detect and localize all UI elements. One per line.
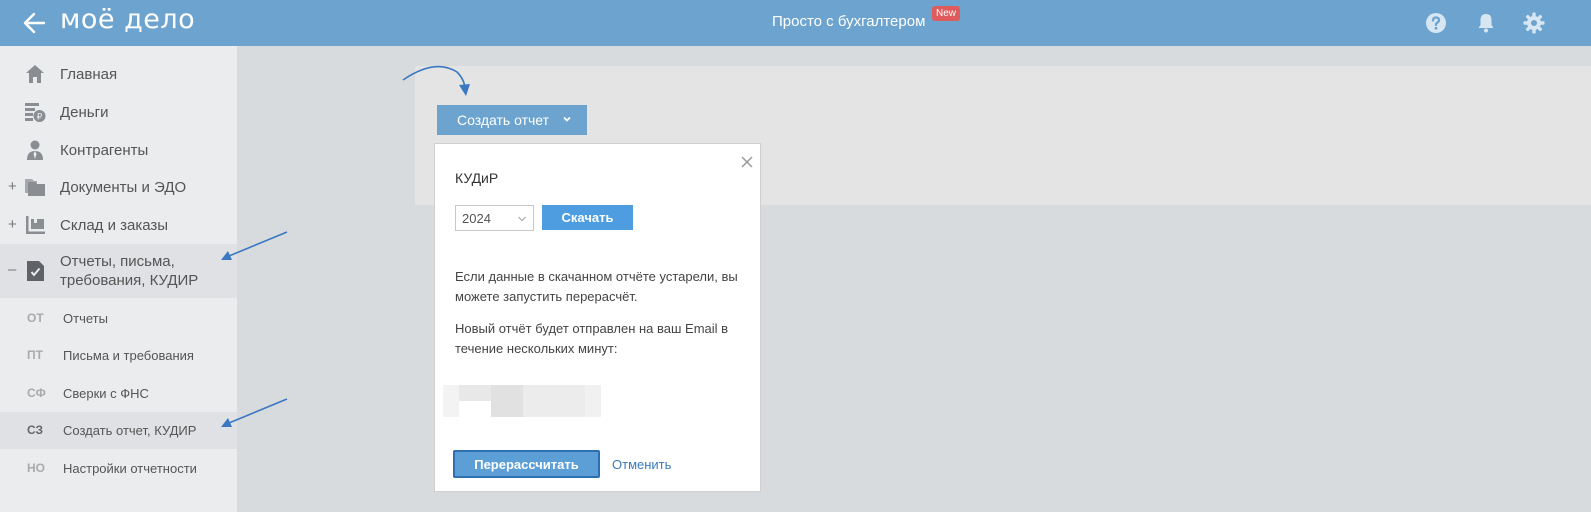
subitem-abbr: ОТ — [27, 311, 44, 325]
sidebar-item-label: Главная — [60, 66, 118, 83]
gear-icon[interactable] — [1522, 11, 1546, 35]
folder-icon — [25, 179, 45, 196]
email-redacted — [459, 385, 491, 401]
subitem-abbr: НО — [27, 461, 45, 475]
header-title: Просто с бухгалтером — [772, 13, 926, 30]
email-redacted — [443, 385, 459, 417]
expand-icon[interactable]: + — [8, 216, 17, 233]
year-value: 2024 — [462, 211, 491, 226]
annotation-arrow-icon — [221, 231, 288, 260]
svg-text:₽: ₽ — [37, 113, 43, 123]
sidebar-subitem-fns-reconciliation[interactable]: СФ Сверки с ФНС — [0, 375, 237, 412]
sidebar-item-home[interactable]: Главная — [0, 55, 237, 93]
year-select[interactable]: 2024 — [455, 205, 534, 231]
create-report-button[interactable]: Создать отчет — [437, 105, 587, 135]
sidebar-item-contractors[interactable]: Контрагенты — [0, 131, 237, 169]
chevron-down-icon — [563, 116, 571, 122]
report-icon — [27, 261, 44, 281]
subitem-abbr: СЗ — [27, 423, 44, 437]
subitem-label: Сверки с ФНС — [63, 386, 149, 401]
logo[interactable]: моё дело — [60, 4, 195, 35]
annotation-arrow-icon — [221, 398, 288, 427]
email-redacted — [491, 385, 523, 417]
top-bar: моё дело Просто с бухгалтером New — [0, 0, 1591, 46]
expand-icon[interactable]: + — [8, 178, 17, 195]
sidebar-item-reports[interactable]: – Отчеты, письма, требования, КУДИР — [0, 244, 237, 298]
recalc-info-text: Если данные в скачанном отчёте устарели,… — [455, 269, 738, 304]
email-info-text: Новый отчёт будет отправлен на ваш Email… — [455, 321, 729, 356]
money-icon: ₽ — [25, 103, 46, 123]
sidebar-item-label: Отчеты, письма, требования, КУДИР — [60, 253, 199, 289]
help-icon[interactable] — [1424, 11, 1448, 35]
bell-icon[interactable] — [1474, 11, 1498, 35]
sidebar-item-warehouse[interactable]: + Склад и заказы — [0, 206, 237, 244]
sidebar-item-documents[interactable]: + Документы и ЭДО — [0, 168, 237, 206]
subitem-abbr: СФ — [27, 386, 46, 400]
warehouse-icon — [26, 216, 45, 234]
close-icon[interactable] — [740, 155, 754, 169]
subitem-label: Отчеты — [63, 311, 108, 326]
sidebar-subitem-create-report[interactable]: СЗ Создать отчет, КУДИР — [0, 412, 237, 449]
chevron-down-icon — [518, 216, 526, 222]
sidebar-subitem-reports[interactable]: ОТ Отчеты — [0, 300, 237, 337]
sidebar-item-label: Документы и ЭДО — [60, 179, 187, 196]
sidebar-item-label: Контрагенты — [60, 142, 149, 159]
create-report-label: Создать отчет — [457, 112, 550, 128]
subitem-label: Настройки отчетности — [63, 461, 197, 476]
popup-title: КУДиР — [455, 170, 499, 186]
contractor-icon — [27, 140, 43, 160]
sidebar-item-money[interactable]: ₽ Деньги — [0, 93, 237, 131]
recalculate-button[interactable]: Перерассчитать — [453, 450, 600, 478]
email-redacted — [523, 385, 585, 417]
cancel-link[interactable]: Отменить — [612, 457, 671, 472]
sidebar-item-label: Деньги — [60, 104, 109, 121]
home-icon — [26, 65, 44, 83]
subitem-abbr: ПТ — [27, 348, 43, 362]
collapse-icon[interactable]: – — [8, 261, 16, 278]
email-redacted — [585, 385, 601, 417]
subitem-label: Письма и требования — [63, 348, 194, 363]
sidebar-subitem-letters[interactable]: ПТ Письма и требования — [0, 337, 237, 374]
annotation-arrow-icon — [402, 65, 470, 96]
new-badge: New — [932, 6, 961, 21]
sidebar-item-label: Склад и заказы — [60, 217, 169, 234]
kudir-popup: КУДиР 2024 Скачать Если данные в скачанн… — [434, 143, 761, 492]
subitem-label: Создать отчет, КУДИР — [63, 423, 197, 438]
download-button[interactable]: Скачать — [542, 205, 633, 230]
sidebar-subitem-report-settings[interactable]: НО Настройки отчетности — [0, 450, 237, 487]
sidebar: Главная ₽ Деньги Контрагенты + Документы… — [0, 46, 237, 512]
back-arrow-icon[interactable] — [22, 10, 48, 36]
